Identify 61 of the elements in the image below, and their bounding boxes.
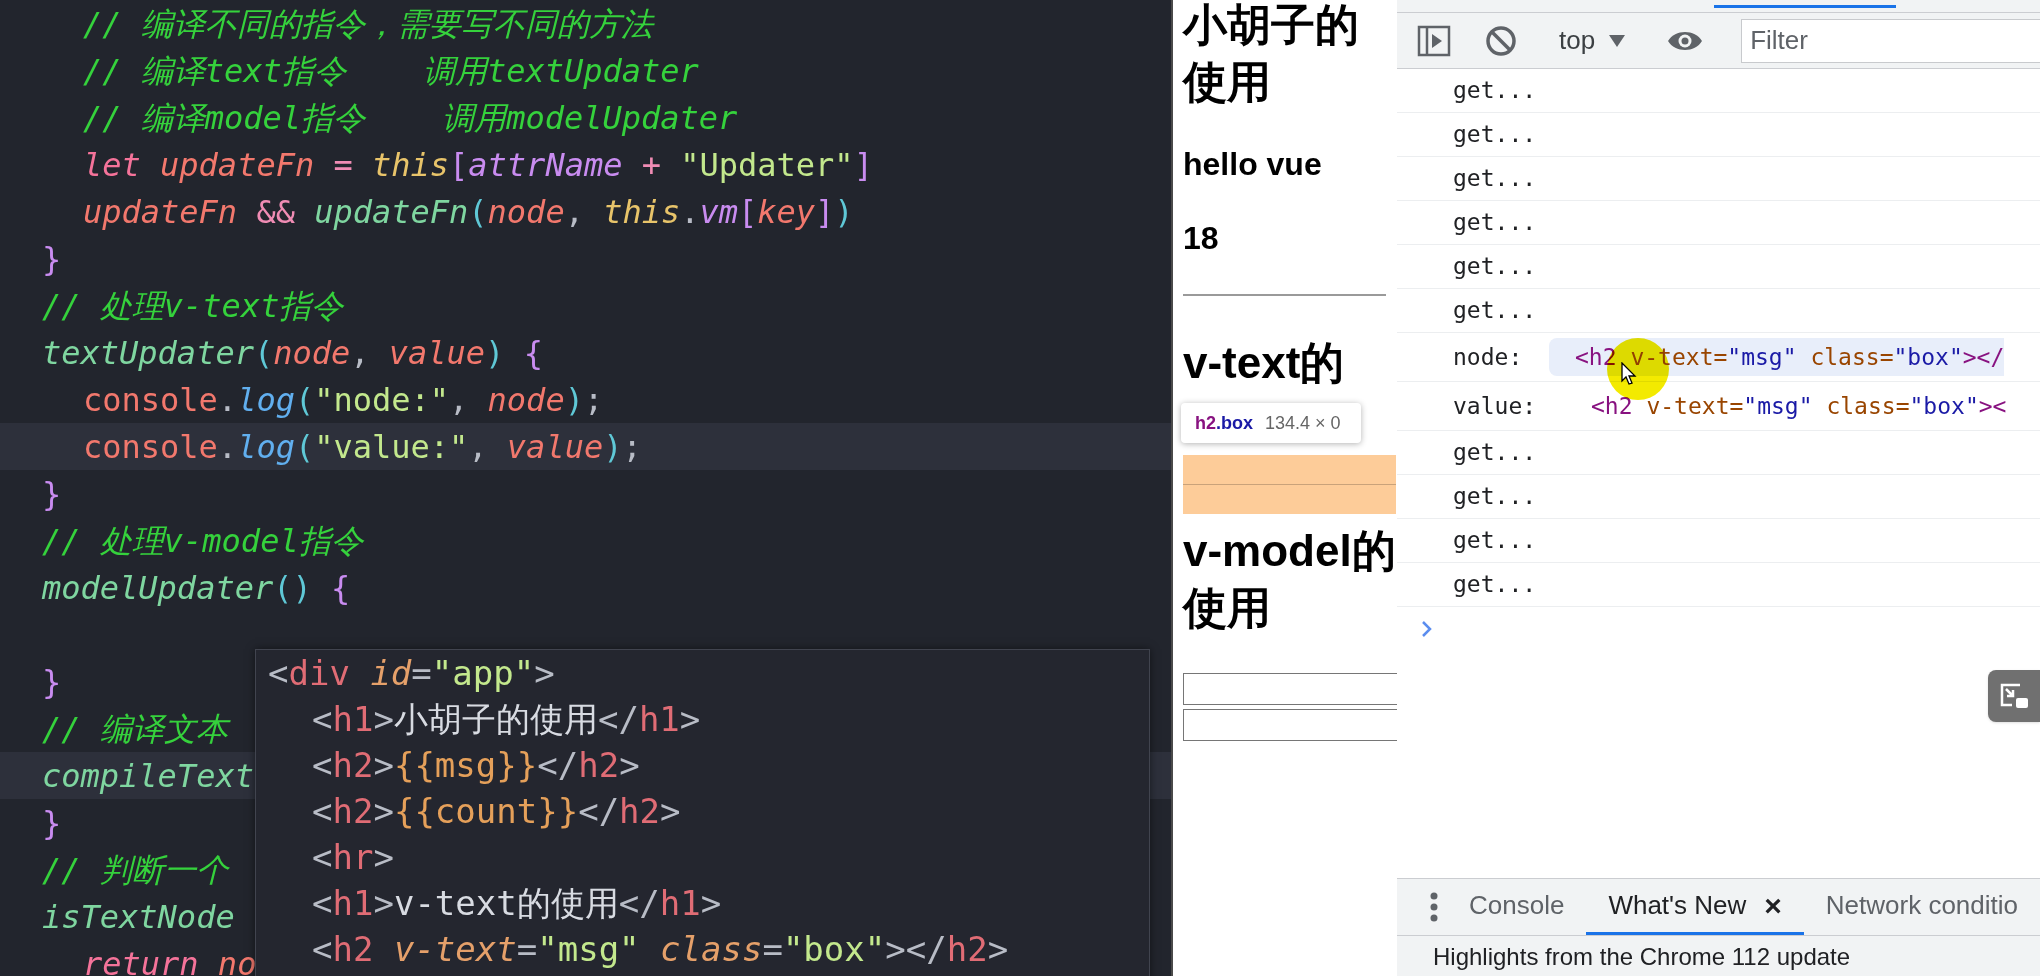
code-line: textUpdater(node, value) { <box>42 332 543 373</box>
code-line: <hr> <box>312 836 394 879</box>
code-line: <h2>{{msg}}</h2> <box>312 744 640 787</box>
code-line: <h2 v-text="msg" class="box"></h2> <box>312 928 1009 971</box>
log-label: node: <box>1453 342 1524 372</box>
code-line: } <box>42 473 62 514</box>
log-text: get... <box>1453 252 1537 282</box>
code-line: console.log("node:", node); <box>83 379 604 420</box>
drawer-tab[interactable]: Network conditio <box>1803 879 2040 935</box>
code-line: // 判断一个 <box>42 849 228 890</box>
page-heading: v-model的使用 <box>1183 525 1397 634</box>
drawer-tab[interactable]: Console <box>1446 879 1587 935</box>
log-text: get... <box>1453 120 1537 150</box>
picture-in-picture-icon <box>1998 682 2030 710</box>
code-line: // 处理v-model指令 <box>42 520 363 561</box>
log-text: get... <box>1453 208 1537 238</box>
log-text: get... <box>1453 526 1537 556</box>
log-text: get... <box>1453 296 1537 326</box>
more-options-icon[interactable] <box>1430 892 1438 922</box>
text-input[interactable] <box>1183 709 1397 741</box>
log-text: get... <box>1453 570 1537 600</box>
code-line: <div id="app"> <box>268 652 555 695</box>
log-text: get... <box>1453 164 1537 194</box>
caret-icon <box>1609 34 1626 47</box>
code-line: // 处理v-text指令 <box>42 285 344 326</box>
code-line: isTextNode <box>42 896 235 937</box>
text-input[interactable] <box>1183 673 1397 705</box>
close-tab-button[interactable]: × <box>1764 883 1782 928</box>
code-line: <h2>{{count}}</h2> <box>312 790 681 833</box>
code-line: <h1>v-text的使用</h1> <box>312 882 722 925</box>
page-heading: 小胡子的使用 <box>1183 0 1360 108</box>
page-heading: v-text的 <box>1183 337 1346 389</box>
code-line: } <box>42 802 62 843</box>
code-line: compileText <box>42 755 254 796</box>
code-line: // 编译text指令 调用textUpdater <box>83 50 699 91</box>
code-line: // 编译model指令 调用modelUpdater <box>83 97 738 138</box>
context-dropdown[interactable]: top <box>1559 21 1626 60</box>
prompt-chevron-icon <box>1421 620 1433 638</box>
page-subheading: 18 <box>1183 219 1220 258</box>
log-text: get... <box>1453 482 1537 512</box>
code-line: } <box>42 661 62 702</box>
code-line: return no <box>83 943 257 976</box>
code-line: modelUpdater() { <box>42 567 351 608</box>
code-line: console.log("value:", value); <box>83 426 642 467</box>
log-text: get... <box>1453 76 1537 106</box>
element-preview[interactable]: <h2 v-text="msg" class="box">< <box>1549 387 2007 425</box>
code-line: // 编译不同的指令，需要写不同的方法 <box>83 3 653 44</box>
page-subheading: hello vue <box>1183 145 1323 184</box>
size-label: 134.4 × 0 <box>1265 411 1341 435</box>
sidebar-toggle-icon[interactable] <box>1417 23 1451 58</box>
code-line: <h1>小胡子的使用</h1> <box>312 698 701 741</box>
log-text: get... <box>1453 438 1537 468</box>
selector-label: h2.box <box>1195 411 1254 435</box>
picture-in-picture-button[interactable] <box>1988 670 2040 722</box>
log-label: value: <box>1453 391 1538 421</box>
update-headline: Highlights from the Chrome 112 update <box>1433 943 1851 970</box>
filter-field[interactable]: Filter <box>1741 18 2040 63</box>
code-line: } <box>42 238 62 279</box>
code-line: let updateFn = this[attrName + "Updater"] <box>83 144 873 185</box>
code-line: updateFn && updateFn(node, this.vm[key]) <box>83 191 854 232</box>
clear-console-icon[interactable] <box>1485 24 1517 57</box>
